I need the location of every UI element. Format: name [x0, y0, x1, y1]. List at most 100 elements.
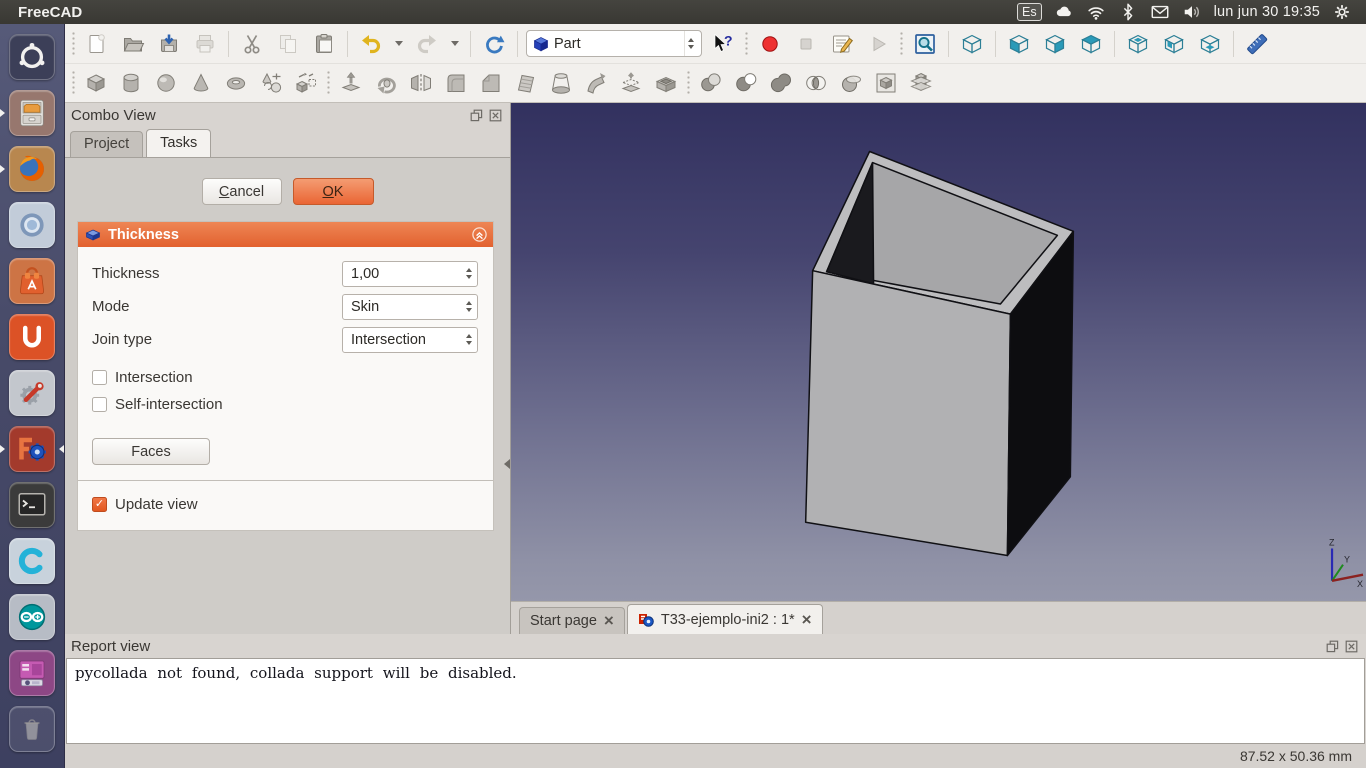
view-axonometric-button[interactable] — [957, 29, 987, 59]
panel-collapse-arrow[interactable] — [499, 459, 510, 469]
thickness-task-header[interactable]: Thickness — [78, 222, 493, 247]
whats-this-button[interactable]: ? — [708, 29, 738, 59]
close-panel-icon[interactable] — [489, 109, 502, 122]
part-boolean-button[interactable] — [696, 68, 726, 98]
redo-button[interactable] — [412, 29, 442, 59]
clock[interactable]: lun jun 30 19:35 — [1214, 4, 1320, 20]
part-mirror-button[interactable] — [406, 68, 436, 98]
mode-select[interactable]: Skin — [342, 294, 478, 320]
part-thickness-button[interactable] — [651, 68, 681, 98]
part-primitives-button[interactable] — [256, 68, 286, 98]
close-tab-icon[interactable]: × — [604, 614, 614, 628]
spinner-arrows-icon[interactable] — [461, 331, 477, 348]
cloud-icon[interactable] — [1054, 2, 1074, 22]
box-zoom-button[interactable] — [910, 29, 940, 59]
part-sphere-button[interactable] — [151, 68, 181, 98]
macro-stop-button[interactable] — [791, 29, 821, 59]
toolbar-grip[interactable] — [744, 31, 749, 57]
view-front-button[interactable] — [1004, 29, 1034, 59]
close-tab-icon[interactable]: × — [802, 613, 812, 627]
part-cross-sections-button[interactable] — [906, 68, 936, 98]
launcher-item-terminal[interactable] — [0, 477, 64, 533]
paste-button[interactable] — [309, 29, 339, 59]
part-offset-button[interactable] — [616, 68, 646, 98]
print-button[interactable] — [190, 29, 220, 59]
view-rear-button[interactable] — [1123, 29, 1153, 59]
launcher-item-chromium[interactable] — [0, 197, 64, 253]
launcher-item-trash[interactable] — [0, 701, 64, 757]
part-shape-builder-button[interactable] — [291, 68, 321, 98]
collapse-task-icon[interactable] — [472, 227, 487, 242]
3d-viewport[interactable]: Z Y X — [511, 103, 1366, 601]
part-fillet-button[interactable] — [441, 68, 471, 98]
intersection-checkbox[interactable]: Intersection — [78, 364, 493, 391]
part-section-button[interactable] — [836, 68, 866, 98]
document-tab-start-page[interactable]: Start page× — [519, 607, 625, 634]
part-chamfer-button[interactable] — [476, 68, 506, 98]
launcher-item-freecad[interactable] — [0, 421, 64, 477]
tab-project[interactable]: Project — [70, 131, 143, 157]
launcher-item-system-settings[interactable] — [0, 365, 64, 421]
float-panel-icon[interactable] — [470, 109, 483, 122]
launcher-item-files[interactable] — [0, 85, 64, 141]
update-view-checkbox[interactable]: ✓Update view — [78, 491, 493, 518]
report-log[interactable]: pycollada not found, collada support wil… — [66, 658, 1365, 744]
wifi-icon[interactable] — [1086, 2, 1106, 22]
float-panel-icon[interactable] — [1326, 640, 1339, 653]
faces-button[interactable]: Faces — [92, 438, 210, 465]
part-sweep-button[interactable] — [581, 68, 611, 98]
tab-tasks[interactable]: Tasks — [146, 129, 211, 157]
view-left-button[interactable] — [1159, 29, 1189, 59]
launcher-item-arduino[interactable] — [0, 589, 64, 645]
workbench-selector-arrows[interactable] — [684, 31, 697, 56]
open-file-button[interactable] — [118, 29, 148, 59]
mail-icon[interactable] — [1150, 2, 1170, 22]
new-document-button[interactable] — [82, 29, 112, 59]
part-union-button[interactable] — [766, 68, 796, 98]
bluetooth-icon[interactable] — [1118, 2, 1138, 22]
undo-button[interactable] — [356, 29, 386, 59]
toolbar-grip[interactable] — [686, 70, 691, 96]
undo-dropdown-icon[interactable] — [392, 29, 406, 59]
toolbar-grip[interactable] — [71, 70, 76, 96]
part-ruled-surface-button[interactable] — [511, 68, 541, 98]
thickness-model[interactable] — [806, 151, 1074, 555]
launcher-item-dash[interactable] — [0, 29, 64, 85]
cut-button[interactable] — [237, 29, 267, 59]
toolbar-grip[interactable] — [326, 70, 331, 96]
macro-record-button[interactable] — [755, 29, 785, 59]
session-gear-icon[interactable] — [1332, 2, 1352, 22]
document-tab-t33-ejemplo-ini2-1[interactable]: T33-ejemplo-ini2 : 1*× — [627, 604, 823, 634]
part-box-button[interactable] — [81, 68, 111, 98]
launcher-item-c-editor[interactable] — [0, 533, 64, 589]
spinner-arrows-icon[interactable] — [461, 298, 477, 315]
refresh-button[interactable] — [479, 29, 509, 59]
self-intersection-checkbox[interactable]: Self-intersection — [78, 391, 493, 418]
macro-play-button[interactable] — [863, 29, 893, 59]
workbench-selector[interactable]: Part — [526, 30, 702, 57]
view-top-button[interactable] — [1076, 29, 1106, 59]
launcher-item-firefox[interactable] — [0, 141, 64, 197]
measure-distance-button[interactable] — [1242, 29, 1272, 59]
toolbar-grip[interactable] — [899, 31, 904, 57]
launcher-item-software-center[interactable] — [0, 253, 64, 309]
redo-dropdown-icon[interactable] — [448, 29, 462, 59]
toolbar-grip[interactable] — [71, 31, 76, 57]
join-type-select[interactable]: Intersection — [342, 327, 478, 353]
macro-edit-button[interactable] — [827, 29, 857, 59]
part-extrude-button[interactable] — [336, 68, 366, 98]
part-cone-button[interactable] — [186, 68, 216, 98]
launcher-item-ubuntu-one[interactable] — [0, 309, 64, 365]
copy-button[interactable] — [273, 29, 303, 59]
part-torus-button[interactable] — [221, 68, 251, 98]
ok-button[interactable]: OK — [293, 178, 374, 205]
view-bottom-button[interactable] — [1195, 29, 1225, 59]
volume-icon[interactable] — [1182, 2, 1202, 22]
part-revolve-button[interactable] — [371, 68, 401, 98]
part-cut-button[interactable] — [731, 68, 761, 98]
spinner-arrows-icon[interactable] — [461, 265, 477, 282]
part-intersection-button[interactable] — [801, 68, 831, 98]
part-loft-button[interactable] — [546, 68, 576, 98]
part-cylinder-button[interactable] — [116, 68, 146, 98]
part-cross-section-button[interactable] — [871, 68, 901, 98]
